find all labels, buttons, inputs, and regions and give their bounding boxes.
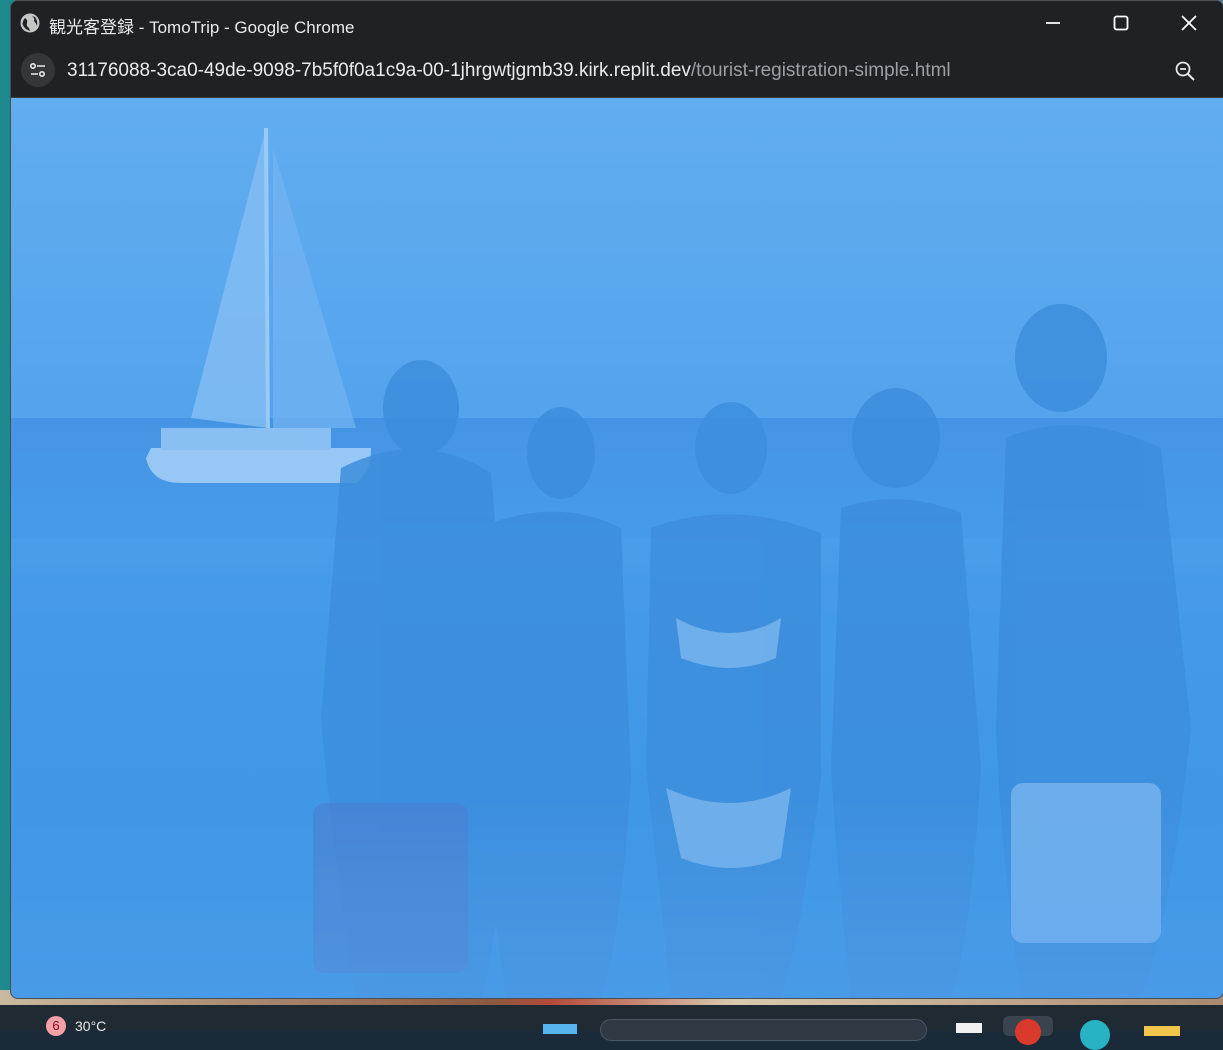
url-host: 31176088-3ca0-49de-9098-7b5f0f0a1c9a-00-…: [67, 60, 691, 81]
minimize-icon: [1046, 22, 1060, 24]
zoom-out-icon[interactable]: [1173, 59, 1197, 83]
window-title: 観光客登録 - TomoTrip - Google Chrome: [49, 18, 355, 37]
weather-badge[interactable]: 6: [46, 1016, 66, 1036]
site-info-button[interactable]: [21, 53, 55, 87]
address-bar: 31176088-3ca0-49de-9098-7b5f0f0a1c9a-00-…: [11, 45, 1223, 98]
close-icon: [1181, 15, 1197, 31]
close-button[interactable]: [1155, 1, 1223, 45]
globe-icon: [20, 13, 40, 33]
url-field[interactable]: 31176088-3ca0-49de-9098-7b5f0f0a1c9a-00-…: [67, 60, 951, 82]
start-button[interactable]: [543, 1024, 577, 1034]
taskbar-app-icon[interactable]: [1080, 1020, 1110, 1050]
browser-window: 観光客登録 - TomoTrip - Google Chrome 3117608…: [10, 0, 1223, 999]
url-path: /tourist-registration-simple.html: [690, 60, 951, 81]
maximize-icon: [1113, 15, 1129, 31]
taskbar-app-icon[interactable]: [956, 1023, 982, 1033]
taskbar-search[interactable]: [600, 1019, 927, 1041]
taskbar-chrome-icon[interactable]: [1003, 1016, 1053, 1045]
page-viewport: [11, 98, 1223, 998]
taskbar-folder-icon[interactable]: [1144, 1026, 1180, 1036]
blue-overlay: [11, 98, 1223, 998]
title-bar[interactable]: 観光客登録 - TomoTrip - Google Chrome: [11, 1, 1223, 45]
weather-temperature[interactable]: 30°C: [75, 1018, 106, 1034]
tune-icon: [29, 62, 46, 78]
minimize-button[interactable]: [1019, 1, 1087, 45]
maximize-button[interactable]: [1087, 1, 1155, 45]
chrome-icon: [1015, 1019, 1041, 1045]
